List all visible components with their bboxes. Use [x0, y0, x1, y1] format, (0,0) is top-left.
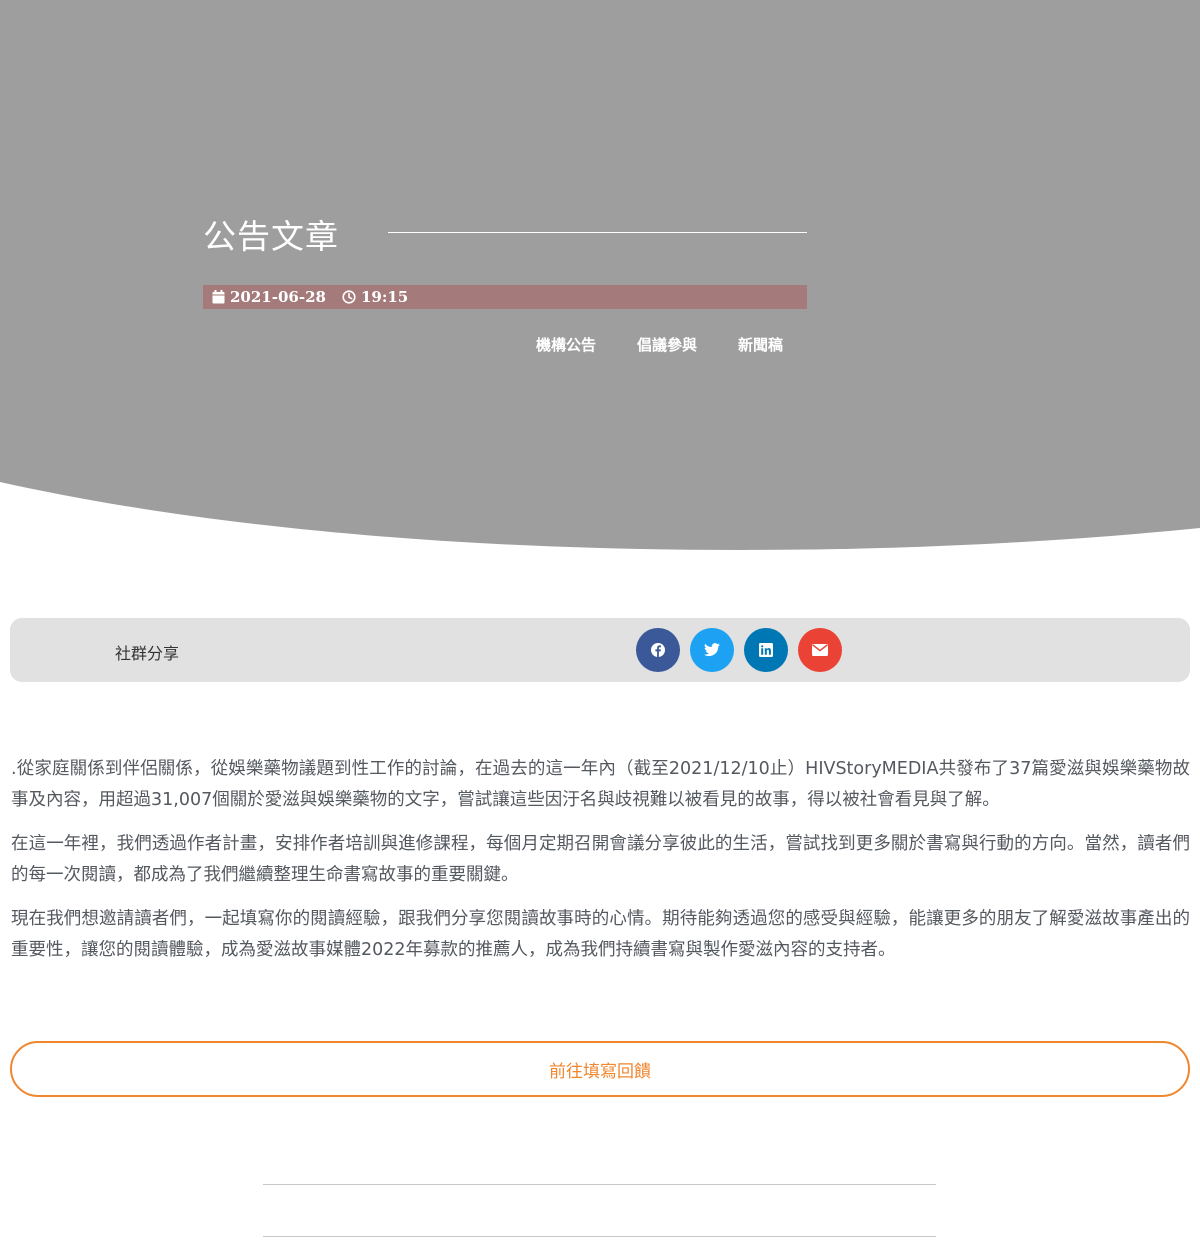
post-date: 2021-06-28 [212, 288, 326, 306]
page-title: 公告文章 [203, 217, 339, 256]
calendar-icon [212, 290, 225, 304]
share-buttons [636, 628, 852, 672]
linkedin-icon [759, 643, 773, 657]
post-date-text: 2021-06-28 [230, 288, 326, 306]
hero-section: 公告文章 2021-06-28 19:15 機構公告 倡議參與 新聞稿 [0, 0, 1200, 560]
clock-icon [342, 290, 356, 304]
post-time-text: 19:15 [360, 288, 409, 306]
feedback-button[interactable]: 前往填寫回饋 [10, 1041, 1190, 1097]
article-paragraph: 在這一年裡，我們透過作者計畫，安排作者培訓與進修課程，每個月定期召開會議分享彼此… [11, 834, 1190, 885]
category-links: 機構公告 倡議參與 新聞稿 [536, 334, 783, 355]
divider [263, 1236, 936, 1237]
envelope-icon [812, 644, 828, 656]
share-email-button[interactable] [798, 628, 842, 672]
hero-background [0, 0, 1200, 550]
article-paragraph: 現在我們想邀請讀者們，一起填寫你的閱讀經驗，跟我們分享您閱讀故事時的心情。期待能… [11, 909, 1190, 960]
share-linkedin-button[interactable] [744, 628, 788, 672]
facebook-icon [651, 643, 665, 657]
category-link-announcement[interactable]: 機構公告 [536, 334, 596, 355]
article-paragraph: .從家庭關係到伴侶關係，從娛樂藥物議題到性工作的討論，在過去的這一年內（截至20… [11, 759, 1190, 810]
post-time: 19:15 [342, 288, 408, 306]
share-facebook-button[interactable] [636, 628, 680, 672]
title-divider [388, 232, 807, 233]
twitter-icon [704, 643, 720, 657]
article-body: .從家庭關係到伴侶關係，從娛樂藥物議題到性工作的討論，在過去的這一年內（截至20… [11, 754, 1190, 979]
share-label: 社群分享 [115, 644, 180, 663]
post-meta-bar: 2021-06-28 19:15 [203, 285, 807, 309]
category-link-advocacy[interactable]: 倡議參與 [637, 334, 697, 355]
category-link-press-release[interactable]: 新聞稿 [738, 334, 783, 355]
social-share-bar: 社群分享 [10, 618, 1190, 682]
divider [263, 1184, 936, 1185]
share-twitter-button[interactable] [690, 628, 734, 672]
